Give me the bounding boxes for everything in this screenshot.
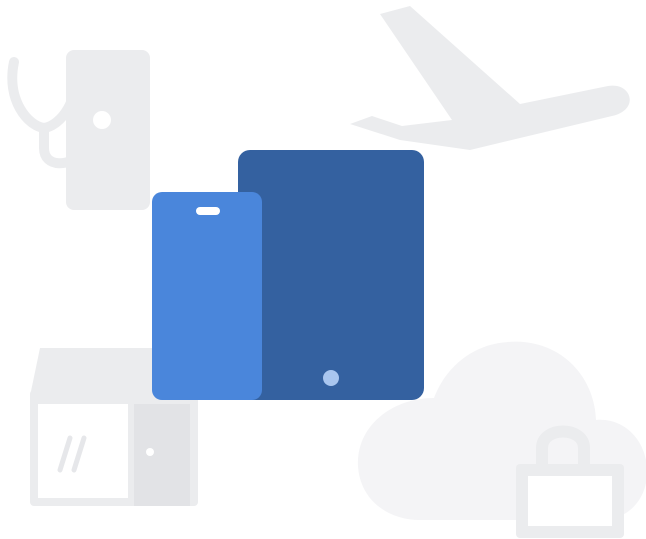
- stethoscope-icon: [7, 50, 150, 210]
- tablet-home-button: [323, 370, 339, 386]
- smartphone-icon: [152, 192, 262, 400]
- phone-speaker: [196, 207, 220, 215]
- devices-illustration: [7, 6, 646, 538]
- airplane-icon: [350, 6, 630, 150]
- tablet-icon: [238, 150, 424, 400]
